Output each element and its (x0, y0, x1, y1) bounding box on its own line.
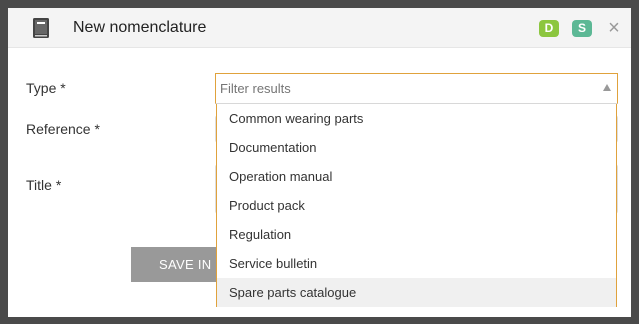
option-service-bulletin[interactable]: Service bulletin (217, 249, 616, 278)
book-icon (33, 18, 49, 38)
caret-up-icon[interactable] (603, 84, 611, 91)
option-operation-manual[interactable]: Operation manual (217, 162, 616, 191)
option-product-pack[interactable]: Product pack (217, 191, 616, 220)
badge-d[interactable]: D (539, 20, 559, 37)
dialog-header: New nomenclature D S × (8, 8, 631, 48)
option-spare-parts-catalogue[interactable]: Spare parts catalogue (217, 278, 616, 307)
title-label: Title * (26, 177, 62, 193)
option-regulation[interactable]: Regulation (217, 220, 616, 249)
type-select[interactable] (215, 73, 618, 104)
dialog-title: New nomenclature (73, 19, 207, 36)
option-common-wearing-parts[interactable]: Common wearing parts (217, 104, 616, 133)
badge-s[interactable]: S (572, 20, 592, 37)
reference-label: Reference * (26, 121, 100, 137)
type-dropdown-list: Common wearing parts Documentation Opera… (216, 104, 617, 307)
close-icon[interactable]: × (604, 18, 624, 38)
filter-results-input[interactable] (220, 81, 580, 96)
new-nomenclature-dialog: New nomenclature D S × Type * Reference … (8, 8, 631, 317)
option-documentation[interactable]: Documentation (217, 133, 616, 162)
type-label: Type * (26, 80, 66, 96)
